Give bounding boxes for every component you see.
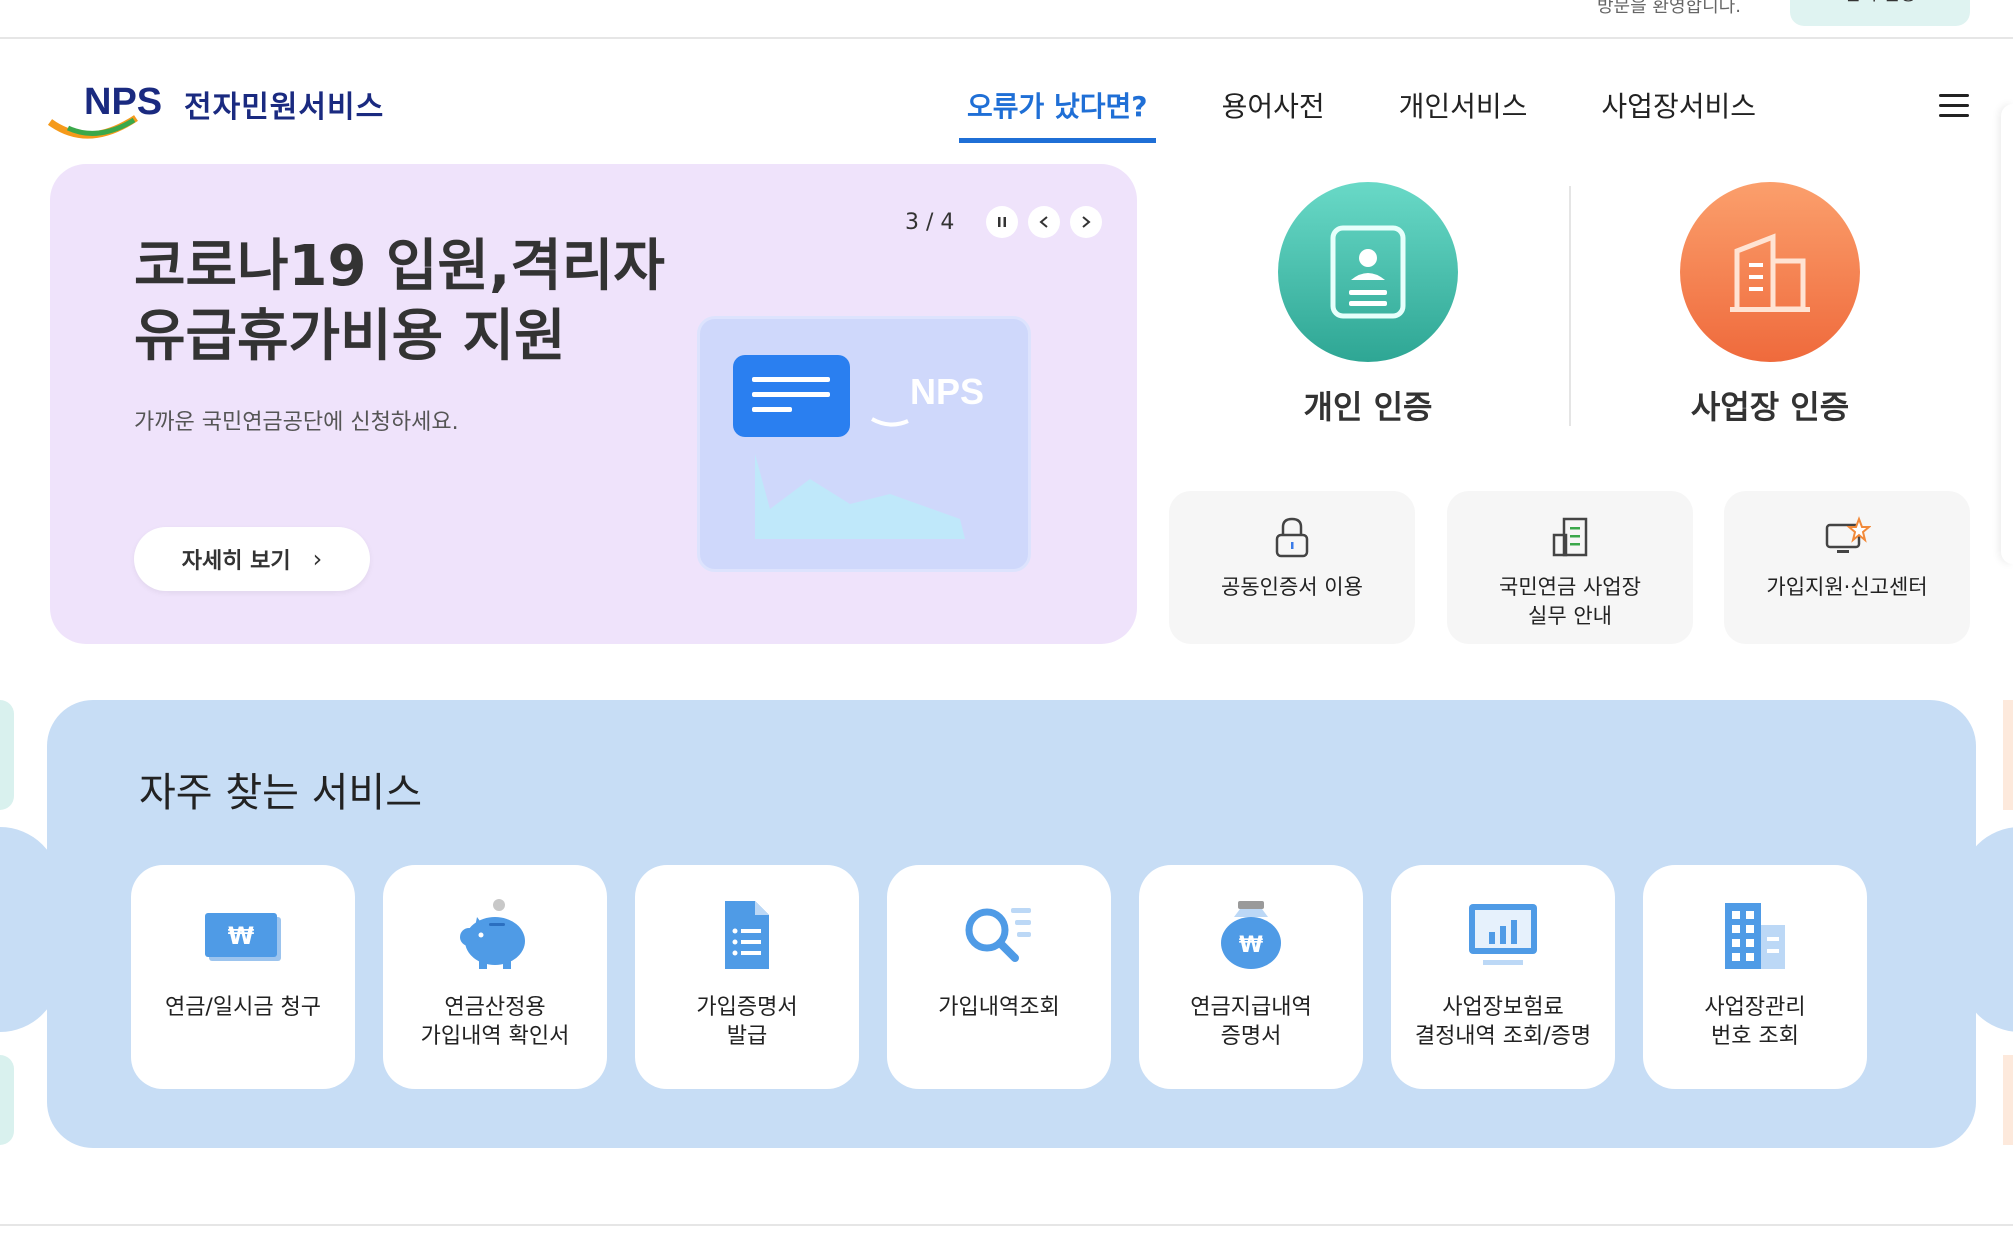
top-bar-divider (0, 37, 2013, 39)
nav-error-help[interactable]: 오류가 났다면? (959, 85, 1156, 143)
nps-logo-mark: NPS (84, 81, 162, 123)
chevron-left-icon (1039, 216, 1049, 228)
service-business-premium-label: 사업장보험료 결정내역 조회/증명 (1414, 995, 1592, 1049)
service-enrollment-history[interactable]: 가입내역조회 (887, 865, 1111, 1089)
footer-divider (0, 1224, 2013, 1226)
banner-art-logo: NPS (910, 371, 984, 412)
personal-cert-circle (1278, 182, 1458, 362)
service-enrollment-certificate-label: 가입증명서 발급 (696, 995, 798, 1049)
banner-subtitle: 가까운 국민연금공단에 신청하세요. (134, 410, 459, 435)
service-enrollment-record-confirm-label: 연금산정용 가입내역 확인서 (420, 995, 570, 1049)
quick-support-center-label: 가입지원·신고센터 (1766, 575, 1928, 599)
document-list-icon (725, 901, 769, 969)
service-pension-claim[interactable]: ₩ 연금/일시금 청구 (131, 865, 355, 1089)
menu-icon[interactable] (1939, 94, 1969, 118)
won-bill-icon: ₩ (205, 913, 281, 961)
search-list-icon (965, 908, 1031, 962)
welcome-text: 방문을 환영합니다. (1597, 0, 1741, 17)
nav-business-service[interactable]: 사업장서비스 (1601, 85, 1756, 141)
banner-title-line1: 코로나19 입원,격리자 (134, 234, 665, 299)
decor-edge (2003, 1055, 2013, 1145)
decor-edge (0, 700, 14, 810)
quick-business-guide[interactable]: 국민연금 사업장 실무 안내 (1447, 491, 1693, 644)
monitor-star-icon (1825, 516, 1871, 553)
service-payment-certificate[interactable]: ₩ 연금지급내역 증명서 (1139, 865, 1363, 1089)
id-card-icon (1330, 225, 1406, 319)
nav-glossary[interactable]: 용어사전 (1222, 85, 1325, 141)
nps-logo[interactable]: NPS 전자민원서비스 (48, 78, 384, 140)
svg-text:₩: ₩ (1239, 933, 1263, 958)
quick-joint-certificate-label: 공동인증서 이용 (1221, 575, 1363, 599)
lock-icon (1275, 517, 1309, 558)
service-enrollment-history-label: 가입내역조회 (938, 995, 1060, 1020)
banner-more-label: 자세히 보기 (181, 549, 291, 574)
document-chart-illustration-icon: NPS (733, 355, 984, 539)
personal-cert-button[interactable]: 개인 인증 (1188, 182, 1548, 442)
banner-page-count: 3 / 4 (905, 209, 955, 235)
banner-more-button[interactable]: 자세히 보기 › (134, 527, 370, 591)
pause-icon (998, 217, 1007, 227)
service-pension-claim-label: 연금/일시금 청구 (164, 995, 322, 1020)
chevron-right-icon (1082, 216, 1091, 228)
side-panel-edge (2001, 104, 2013, 564)
chevron-right-icon: › (312, 545, 323, 573)
quick-business-guide-label: 국민연금 사업장 실무 안내 (1499, 575, 1641, 628)
frequent-services-list: ₩ 연금/일시금 청구 연금산정용 가입내역 확인서 가입증명서 발급 가입내역… (131, 865, 1895, 1089)
service-business-premium[interactable]: 사업장보험료 결정내역 조회/증명 (1391, 865, 1615, 1089)
building-icon (1730, 233, 1810, 312)
nps-logo-icon: NPS (48, 81, 162, 139)
prev-slide-button[interactable] (1028, 206, 1061, 238)
banner-illustration: NPS (697, 316, 1031, 572)
banner-title: 코로나19 입원,격리자 유급휴가비용 지원 (134, 232, 665, 372)
pause-button[interactable] (986, 206, 1019, 238)
document-building-icon (1552, 517, 1588, 557)
logo-text: 전자민원서비스 (184, 90, 385, 125)
office-building-icon (1725, 903, 1785, 969)
banner-pager: 3 / 4 (905, 206, 1103, 238)
piggy-bank-icon (460, 899, 525, 969)
top-action-button[interactable]: 멤버 설정 (1790, 0, 1970, 26)
service-business-number-label: 사업장관리 번호 조회 (1704, 995, 1806, 1049)
frequent-services-title: 자주 찾는 서비스 (139, 770, 423, 816)
personal-cert-label: 개인 인증 (1303, 388, 1433, 426)
business-cert-label: 사업장 인증 (1690, 388, 1850, 426)
service-enrollment-certificate[interactable]: 가입증명서 발급 (635, 865, 859, 1089)
quick-support-center[interactable]: 가입지원·신고센터 (1724, 491, 1970, 644)
next-slide-button[interactable] (1070, 206, 1103, 238)
service-payment-certificate-label: 연금지급내역 증명서 (1190, 995, 1312, 1049)
frequent-services-section: 자주 찾는 서비스 ₩ 연금/일시금 청구 연금산정용 가입내역 확인서 가입증… (47, 700, 1976, 1148)
service-business-number[interactable]: 사업장관리 번호 조회 (1643, 865, 1867, 1089)
svg-text:₩: ₩ (228, 922, 255, 950)
decor-edge (0, 1055, 14, 1145)
decor-edge (2003, 700, 2013, 810)
cert-divider (1569, 186, 1571, 426)
business-cert-button[interactable]: 사업장 인증 (1590, 182, 1950, 442)
promo-banner: 코로나19 입원,격리자 유급휴가비용 지원 가까운 국민연금공단에 신청하세요… (50, 164, 1137, 644)
money-bag-icon: ₩ (1221, 901, 1281, 969)
main-nav: 오류가 났다면? 용어사전 개인서비스 사업장서비스 (959, 85, 1830, 143)
banner-title-line2: 유급휴가비용 지원 (134, 304, 566, 369)
nav-personal-service[interactable]: 개인서비스 (1399, 85, 1528, 141)
service-enrollment-record-confirm[interactable]: 연금산정용 가입내역 확인서 (383, 865, 607, 1089)
quick-joint-certificate[interactable]: 공동인증서 이용 (1169, 491, 1415, 644)
monitor-chart-icon (1469, 904, 1537, 965)
business-cert-circle (1680, 182, 1860, 362)
